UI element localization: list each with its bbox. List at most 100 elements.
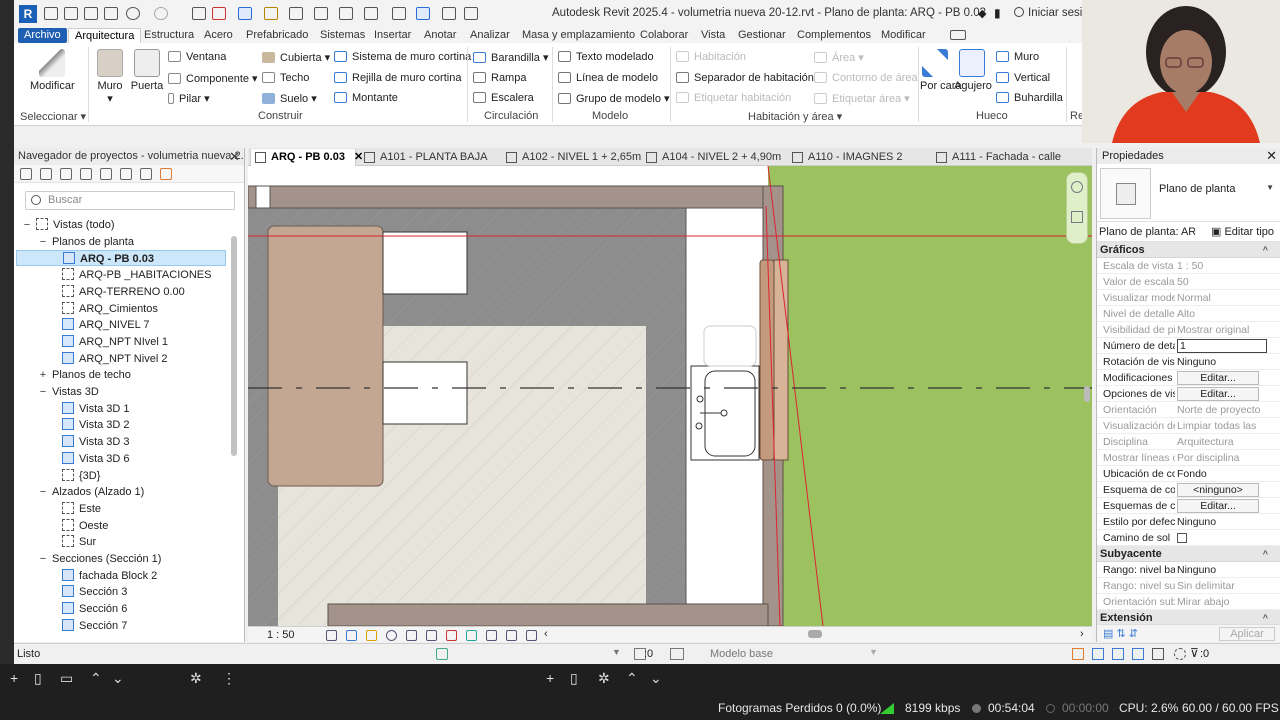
tag-area-button[interactable]: Etiquetar área ▾	[814, 92, 910, 105]
curtain-grid-button[interactable]: Rejilla de muro cortina	[334, 72, 461, 84]
property-value[interactable]: Ninguno	[1177, 516, 1269, 528]
window-button[interactable]: Ventana	[168, 51, 226, 63]
home-icon[interactable]	[20, 168, 32, 180]
chevron-up-icon[interactable]: ⌃	[90, 670, 102, 687]
switch-windows-icon[interactable]	[464, 7, 478, 20]
chevron-down-icon[interactable]: ⌄	[112, 670, 124, 687]
align-dimension-icon[interactable]	[264, 7, 278, 20]
background-process-icon[interactable]	[1174, 648, 1186, 660]
schedule-icon[interactable]	[80, 168, 92, 180]
tab-modificar[interactable]: Modificar	[875, 28, 932, 43]
visual-style-icon[interactable]	[346, 630, 357, 641]
column-button[interactable]: Pilar ▾	[168, 92, 210, 105]
browser-tree-node[interactable]: − Secciones (Sección 1)	[38, 551, 162, 567]
browser-view-item[interactable]: Vista 3D 2	[62, 417, 130, 433]
panel-toggle-icon[interactable]	[950, 30, 966, 40]
room-separator-button[interactable]: Separador de habitación	[676, 72, 814, 84]
tab-vista[interactable]: Vista	[695, 28, 731, 43]
horizontal-scroll-thumb[interactable]	[808, 630, 822, 638]
collapse-icon[interactable]: −	[38, 234, 48, 250]
tab-analizar[interactable]: Analizar	[464, 28, 516, 43]
view-tab[interactable]: A111 - Fachada - calle	[932, 149, 1084, 166]
wall-button[interactable]: Muro ▾	[94, 49, 126, 105]
browser-view-item[interactable]: fachada Block 2	[62, 568, 157, 584]
browser-view-item[interactable]: {3D}	[62, 468, 100, 484]
print-pdf-icon[interactable]	[212, 7, 226, 20]
temporary-hide-icon[interactable]	[466, 630, 477, 641]
add-icon[interactable]: +	[10, 670, 18, 686]
browser-view-item[interactable]: Sección 6	[62, 601, 127, 617]
tab-insertar[interactable]: Insertar	[368, 28, 417, 43]
tag-icon[interactable]	[289, 7, 303, 20]
stair-button[interactable]: Escalera	[473, 92, 534, 104]
model-text-button[interactable]: Texto modelado	[558, 51, 654, 63]
family-icon[interactable]	[140, 168, 152, 180]
show-crop-icon[interactable]	[426, 630, 437, 641]
browser-view-item[interactable]: ARQ_NIVEL 7	[62, 317, 150, 333]
legend-icon[interactable]	[120, 168, 132, 180]
text-a-icon[interactable]	[339, 7, 353, 20]
add-source-icon[interactable]: +	[546, 670, 554, 686]
analytical-icon[interactable]	[506, 630, 517, 641]
browser-tree-node[interactable]: − Vistas 3D	[38, 384, 99, 400]
browser-view-item[interactable]: Vista 3D 1	[62, 401, 130, 417]
browser-view-item[interactable]: Sección 7	[62, 618, 127, 634]
instance-selector[interactable]: Plano de planta: ARQ ▾	[1099, 222, 1195, 242]
property-group-header[interactable]: Gráficos	[1097, 242, 1280, 258]
select-by-face-icon[interactable]	[1132, 648, 1144, 660]
save-icon[interactable]	[84, 7, 98, 20]
section-icon[interactable]	[392, 7, 406, 20]
sync-icon[interactable]	[104, 7, 118, 20]
crop-view-icon[interactable]	[406, 630, 417, 641]
drag-elements-icon[interactable]	[1152, 648, 1164, 660]
component-button[interactable]: Componente ▾	[168, 72, 258, 85]
roof-button[interactable]: Cubierta ▾	[262, 51, 330, 64]
browser-tree-node[interactable]: − Vistas (todo)	[22, 217, 115, 233]
browser-view-item[interactable]: ARQ_Cimientos	[62, 301, 158, 317]
trash-icon[interactable]: ▯	[34, 670, 42, 687]
reveal-hidden-icon[interactable]	[486, 630, 497, 641]
area-button[interactable]: Área ▾	[814, 51, 864, 64]
tab-masa[interactable]: Masa y emplazamiento	[516, 28, 641, 43]
browser-view-item[interactable]: ARQ-TERRENO 0.00	[62, 284, 185, 300]
tag-room-button[interactable]: Etiquetar habitación	[676, 92, 791, 104]
close-icon[interactable]: ✕	[229, 148, 240, 165]
tab-colaborar[interactable]: Colaborar	[634, 28, 694, 43]
close-hidden-icon[interactable]	[442, 7, 456, 20]
browser-scrollbar[interactable]	[230, 218, 238, 638]
browser-view-item[interactable]: Vista 3D 3	[62, 434, 130, 450]
browser-view-item[interactable]: Sur	[62, 534, 96, 550]
edit-button[interactable]: <ninguno>	[1177, 483, 1259, 497]
navigation-bar[interactable]	[1066, 172, 1088, 244]
browser-search-input[interactable]: Buscar	[25, 191, 235, 210]
plan-icon[interactable]	[40, 168, 52, 180]
edit-type-button[interactable]: ▣ Editar tipo	[1211, 222, 1274, 242]
area-boundary-button[interactable]: Contorno de área	[814, 72, 918, 84]
open-icon[interactable]	[44, 7, 58, 20]
edit-button[interactable]: Editar...	[1177, 387, 1259, 401]
home-3d-icon[interactable]	[364, 7, 378, 20]
print-icon[interactable]	[192, 7, 206, 20]
collapse-icon[interactable]: −	[38, 484, 48, 500]
filter-icon[interactable]: ⊽	[1190, 646, 1199, 660]
revit-logo[interactable]: R	[19, 5, 37, 23]
link-icon[interactable]	[160, 168, 172, 180]
remove-source-icon[interactable]: ▯	[570, 670, 578, 687]
tab-archivo[interactable]: Archivo	[18, 28, 67, 43]
bookmark-icon[interactable]: ▮	[994, 6, 1001, 20]
browser-view-item[interactable]: ARQ - PB 0.03	[16, 250, 226, 267]
source-up-icon[interactable]: ⌃	[626, 670, 638, 687]
tab-anotar[interactable]: Anotar	[418, 28, 462, 43]
collapse-icon[interactable]: −	[38, 384, 48, 400]
browser-view-item[interactable]: ARQ-PB _HABITACIONES	[62, 267, 211, 283]
wall-opening-button[interactable]: Muro	[996, 51, 1039, 63]
measure-icon[interactable]	[238, 7, 252, 20]
text-icon[interactable]	[314, 7, 328, 20]
select-links-icon[interactable]	[1072, 648, 1084, 660]
browser-view-item[interactable]: Oeste	[62, 518, 108, 534]
browser-view-item[interactable]: ARQ_NPT Nivel 2	[62, 351, 167, 367]
select-pinned-icon[interactable]	[1112, 648, 1124, 660]
highlight-displacement-icon[interactable]	[526, 630, 537, 641]
design-options-icon[interactable]	[670, 648, 684, 660]
tab-prefabricado[interactable]: Prefabricado	[240, 28, 314, 43]
